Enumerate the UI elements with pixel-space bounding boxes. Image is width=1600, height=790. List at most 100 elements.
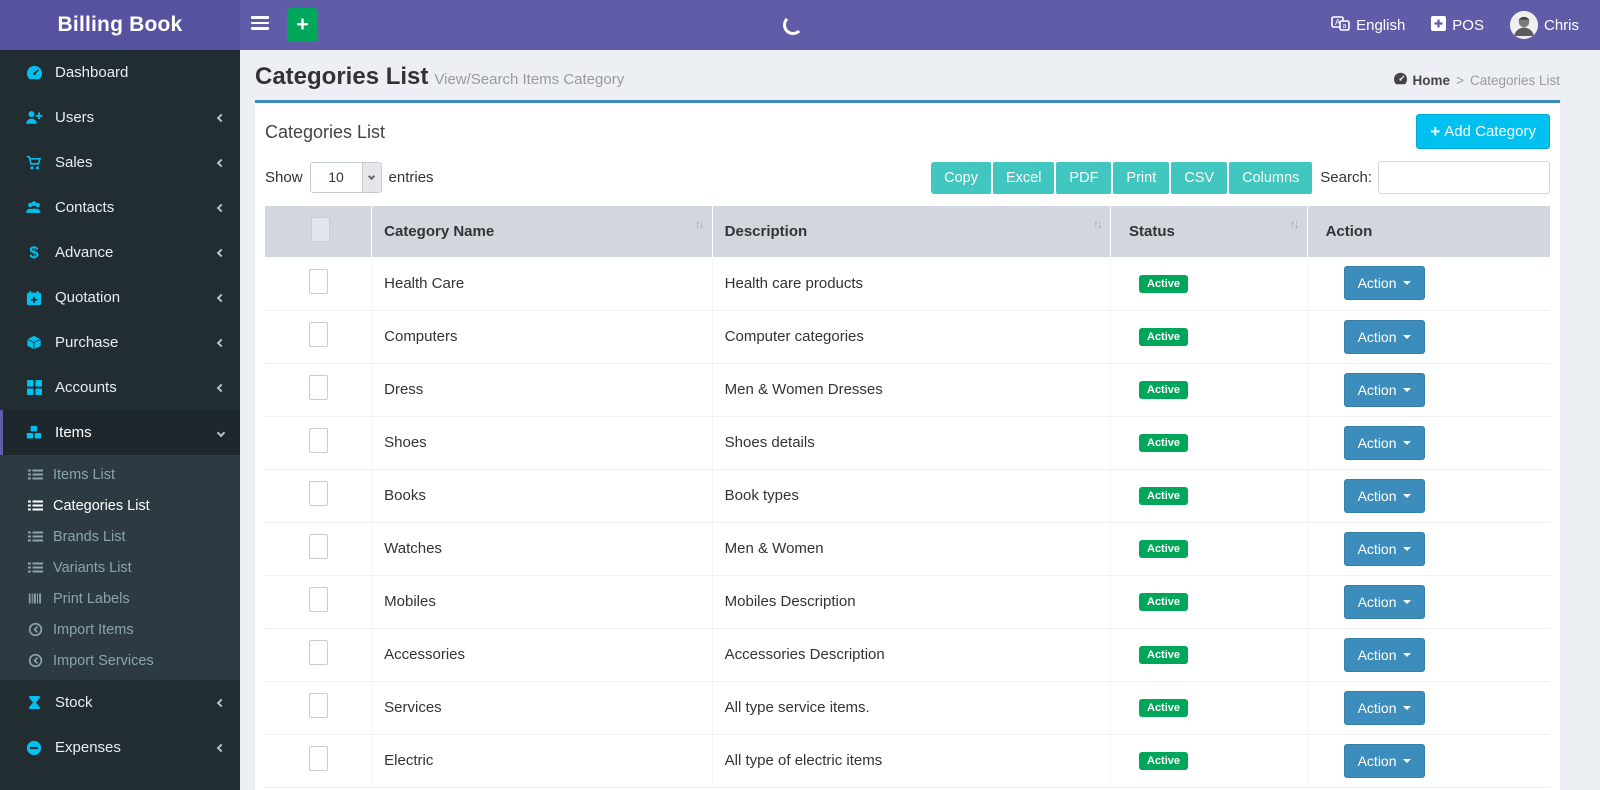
action-dropdown-button[interactable]: Action bbox=[1344, 426, 1425, 460]
row-checkbox[interactable] bbox=[309, 375, 328, 400]
action-dropdown-button[interactable]: Action bbox=[1344, 320, 1425, 354]
column-header-description[interactable]: Description↑↓ bbox=[712, 206, 1110, 257]
table-row: Watches Men & Women Active Action bbox=[265, 522, 1550, 575]
status-badge: Active bbox=[1139, 593, 1188, 611]
sort-icon[interactable]: ↑↓ bbox=[695, 217, 703, 231]
app-logo[interactable]: Billing Book bbox=[0, 0, 240, 50]
excel-button[interactable]: Excel bbox=[993, 162, 1054, 194]
action-button-label: Action bbox=[1358, 647, 1397, 663]
description-cell: Shoes details bbox=[712, 416, 1110, 469]
sidebar-item-dashboard[interactable]: Dashboard bbox=[0, 50, 240, 95]
action-dropdown-button[interactable]: Action bbox=[1344, 744, 1425, 778]
row-checkbox[interactable] bbox=[309, 269, 328, 294]
select-all-checkbox[interactable] bbox=[311, 217, 330, 242]
table-header-row: Category Name↑↓ Description↑↓ Status↑↓ A… bbox=[265, 206, 1550, 257]
sidebar-subitem-brands-list[interactable]: Brands List bbox=[0, 521, 240, 552]
user-menu[interactable]: Chris bbox=[1497, 0, 1592, 50]
breadcrumb-current: Categories List bbox=[1470, 73, 1560, 88]
sidebar-subitem-variants-list[interactable]: Variants List bbox=[0, 552, 240, 583]
sidebar-item-label: Stock bbox=[55, 694, 93, 711]
cube-icon bbox=[22, 335, 46, 351]
sort-icon[interactable]: ↑↓ bbox=[1290, 217, 1298, 231]
pdf-button[interactable]: PDF bbox=[1056, 162, 1111, 194]
action-dropdown-button[interactable]: Action bbox=[1344, 691, 1425, 725]
sidebar-item-contacts[interactable]: Contacts bbox=[0, 185, 240, 230]
description-cell: Men & Women bbox=[712, 522, 1110, 575]
action-button-label: Action bbox=[1358, 594, 1397, 610]
sidebar-subitem-print-labels[interactable]: Print Labels bbox=[0, 583, 240, 614]
sidebar-item-stock[interactable]: Stock bbox=[0, 680, 240, 725]
action-dropdown-button[interactable]: Action bbox=[1344, 373, 1425, 407]
action-button-label: Action bbox=[1358, 435, 1397, 451]
sidebar-item-label: Accounts bbox=[55, 379, 117, 396]
user-name: Chris bbox=[1544, 17, 1579, 34]
status-badge: Active bbox=[1139, 381, 1188, 399]
chevron-left-icon bbox=[217, 248, 225, 256]
panel-header: Categories List + Add Category bbox=[265, 113, 1550, 159]
caret-down-icon bbox=[1403, 547, 1411, 551]
print-button[interactable]: Print bbox=[1113, 162, 1169, 194]
row-checkbox[interactable] bbox=[309, 322, 328, 347]
sidebar-subitem-categories-list[interactable]: Categories List bbox=[0, 490, 240, 521]
add-category-button[interactable]: + Add Category bbox=[1416, 114, 1550, 149]
action-dropdown-button[interactable]: Action bbox=[1344, 479, 1425, 513]
category-name-cell: Services bbox=[372, 681, 713, 734]
sidebar-item-label: Sales bbox=[55, 154, 93, 171]
user-plus-icon bbox=[22, 110, 46, 125]
language-menu[interactable]: Aa English bbox=[1318, 0, 1418, 50]
sidebar-item-label: Dashboard bbox=[55, 64, 128, 81]
action-dropdown-button[interactable]: Action bbox=[1344, 585, 1425, 619]
row-checkbox[interactable] bbox=[309, 587, 328, 612]
panel-title: Categories List bbox=[265, 122, 385, 142]
pos-menu[interactable]: POS bbox=[1418, 0, 1497, 50]
table-row: Mobiles Mobiles Description Active Actio… bbox=[265, 575, 1550, 628]
action-dropdown-button[interactable]: Action bbox=[1344, 532, 1425, 566]
action-dropdown-button[interactable]: Action bbox=[1344, 638, 1425, 672]
category-name-cell: Watches bbox=[372, 522, 713, 575]
caret-down-icon bbox=[1403, 335, 1411, 339]
row-checkbox[interactable] bbox=[309, 481, 328, 506]
categories-panel: Categories List + Add Category Show 10 e… bbox=[255, 100, 1560, 790]
csv-button[interactable]: CSV bbox=[1171, 162, 1227, 194]
language-icon: Aa bbox=[1331, 16, 1350, 35]
row-checkbox[interactable] bbox=[309, 746, 328, 771]
status-badge: Active bbox=[1139, 752, 1188, 770]
table-row: Services All type service items. Active … bbox=[265, 681, 1550, 734]
sidebar-item-items[interactable]: Items bbox=[0, 410, 240, 455]
column-header-status[interactable]: Status↑↓ bbox=[1111, 206, 1308, 257]
categories-table: Category Name↑↓ Description↑↓ Status↑↓ A… bbox=[265, 206, 1550, 788]
sidebar-item-quotation[interactable]: Quotation bbox=[0, 275, 240, 320]
entries-select-value: 10 bbox=[311, 163, 362, 192]
row-checkbox[interactable] bbox=[309, 640, 328, 665]
sidebar-subitem-import-services[interactable]: Import Services bbox=[0, 645, 240, 676]
add-category-label: Add Category bbox=[1444, 123, 1536, 140]
sidebar-item-sales[interactable]: Sales bbox=[0, 140, 240, 185]
caret-down-icon bbox=[1403, 759, 1411, 763]
action-dropdown-button[interactable]: Action bbox=[1344, 266, 1425, 300]
minus-circle-icon bbox=[22, 740, 46, 756]
sidebar-subitem-items-list[interactable]: Items List bbox=[0, 459, 240, 490]
row-checkbox[interactable] bbox=[309, 428, 328, 453]
quick-add-button[interactable]: + bbox=[287, 8, 318, 42]
row-checkbox[interactable] bbox=[309, 534, 328, 559]
sidebar-toggle-icon[interactable] bbox=[251, 16, 273, 34]
sidebar-item-purchase[interactable]: Purchase bbox=[0, 320, 240, 365]
sidebar-item-expenses[interactable]: Expenses bbox=[0, 725, 240, 770]
sidebar-subitem-import-items[interactable]: Import Items bbox=[0, 614, 240, 645]
column-header-category-name[interactable]: Category Name↑↓ bbox=[372, 206, 713, 257]
caret-down-icon bbox=[1403, 441, 1411, 445]
breadcrumb-home-link[interactable]: Home bbox=[1393, 72, 1451, 88]
status-badge: Active bbox=[1139, 487, 1188, 505]
sort-icon[interactable]: ↑↓ bbox=[1093, 217, 1101, 231]
entries-select[interactable]: 10 bbox=[310, 162, 382, 193]
table-controls: Show 10 entries Copy Excel PDF Print CSV… bbox=[265, 161, 1550, 194]
list-icon bbox=[25, 498, 45, 513]
search-input[interactable] bbox=[1378, 161, 1550, 194]
columns-button[interactable]: Columns bbox=[1229, 162, 1312, 194]
sidebar-item-advance[interactable]: $ Advance bbox=[0, 230, 240, 275]
hourglass-icon bbox=[22, 695, 46, 710]
row-checkbox[interactable] bbox=[309, 693, 328, 718]
sidebar-item-users[interactable]: Users bbox=[0, 95, 240, 140]
copy-button[interactable]: Copy bbox=[931, 162, 991, 194]
sidebar-item-accounts[interactable]: Accounts bbox=[0, 365, 240, 410]
